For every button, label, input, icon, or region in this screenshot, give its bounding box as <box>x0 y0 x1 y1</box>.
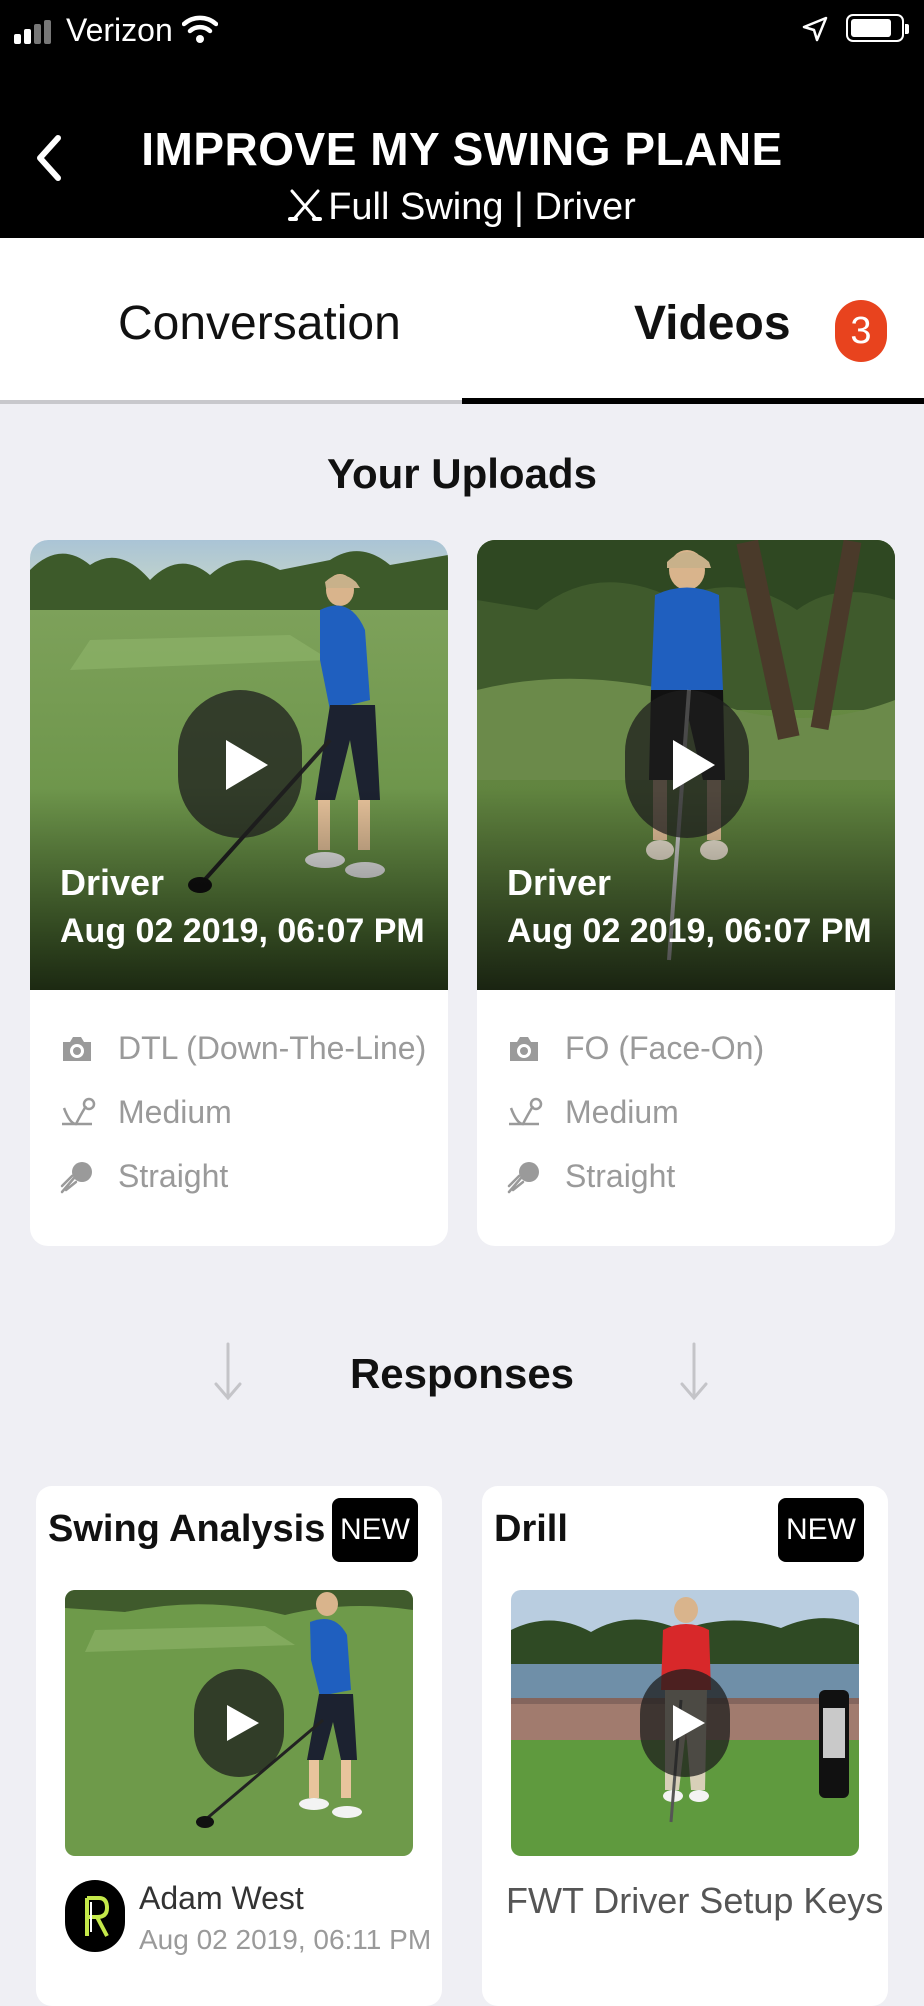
status-bar: Verizon <box>0 0 924 62</box>
shot-shape: Straight <box>565 1158 676 1194</box>
tab-bar: Conversation Videos 3 <box>0 238 924 404</box>
play-icon[interactable] <box>640 1669 730 1777</box>
crossed-clubs-icon <box>288 189 323 221</box>
video-club-label: Driver <box>60 862 165 903</box>
wifi-icon <box>182 15 218 43</box>
video-date: Aug 02 2019, 06:07 PM <box>507 912 872 950</box>
video-date: Aug 02 2019, 06:07 PM <box>60 912 425 950</box>
trajectory-icon <box>509 1097 543 1126</box>
camera-angle: DTL (Down-The-Line) <box>118 1030 427 1066</box>
trajectory: Medium <box>118 1094 232 1130</box>
page-title: IMPROVE MY SWING PLANE <box>141 123 783 175</box>
ball-shape-icon <box>60 1162 92 1194</box>
subtitle-text: Full Swing | Driver <box>328 186 636 228</box>
upload-card[interactable]: Driver Aug 02 2019, 06:07 PM FO (Face-On… <box>477 540 895 1246</box>
play-icon[interactable] <box>178 690 302 838</box>
response-date: Aug 02 2019, 06:11 PM <box>139 1924 432 1955</box>
response-video-thumbnail[interactable] <box>65 1590 413 1856</box>
carrier-name: Verizon <box>66 12 173 48</box>
shot-shape: Straight <box>118 1158 229 1194</box>
signal-icon <box>14 20 56 44</box>
camera-icon <box>510 1037 538 1061</box>
videos-count-badge: 3 <box>835 300 887 362</box>
response-video-thumbnail[interactable] <box>511 1590 859 1856</box>
location-arrow-icon <box>802 16 828 42</box>
play-icon[interactable] <box>625 690 749 838</box>
new-badge: NEW <box>778 1498 864 1562</box>
response-card[interactable]: Drill NEW FWT Driver Setup Keys <box>482 1486 888 2006</box>
top-bar: Verizon IMPROVE MY SWING PLANE Full Swin… <box>0 0 924 238</box>
responses-heading: Responses <box>349 1350 575 1397</box>
drill-title: FWT Driver Setup Keys <box>506 1880 884 1921</box>
tab-underline-active <box>462 398 924 404</box>
arrow-down-icon <box>680 1342 708 1401</box>
video-club-label: Driver <box>507 862 612 903</box>
trajectory: Medium <box>565 1094 679 1130</box>
response-type: Swing Analysis <box>48 1508 326 1550</box>
camera-angle: FO (Face-On) <box>565 1030 765 1066</box>
coach-logo-icon <box>85 1896 110 1937</box>
tab-conversation[interactable]: Conversation <box>118 296 401 351</box>
new-badge: NEW <box>332 1498 418 1562</box>
camera-icon <box>63 1037 91 1061</box>
tab-videos[interactable]: Videos <box>634 296 791 351</box>
uploads-heading: Your Uploads <box>327 450 597 497</box>
trajectory-icon <box>62 1097 96 1126</box>
page-subtitle: Full Swing | Driver <box>0 186 924 229</box>
play-icon[interactable] <box>194 1669 284 1777</box>
tab-underline-inactive <box>0 400 462 404</box>
coach-name: Adam West <box>139 1880 304 1916</box>
response-card[interactable]: Swing Analysis NEW Adam West Aug 02 2019… <box>36 1486 442 2006</box>
video-thumbnail[interactable]: Driver Aug 02 2019, 06:07 PM <box>30 540 448 990</box>
video-thumbnail[interactable]: Driver Aug 02 2019, 06:07 PM <box>477 540 895 990</box>
ball-shape-icon <box>507 1162 539 1194</box>
response-type: Drill <box>494 1508 568 1550</box>
battery-icon <box>846 14 909 42</box>
upload-card[interactable]: Driver Aug 02 2019, 06:07 PM DTL (Down-T… <box>30 540 448 1246</box>
coach-avatar <box>65 1880 125 1952</box>
